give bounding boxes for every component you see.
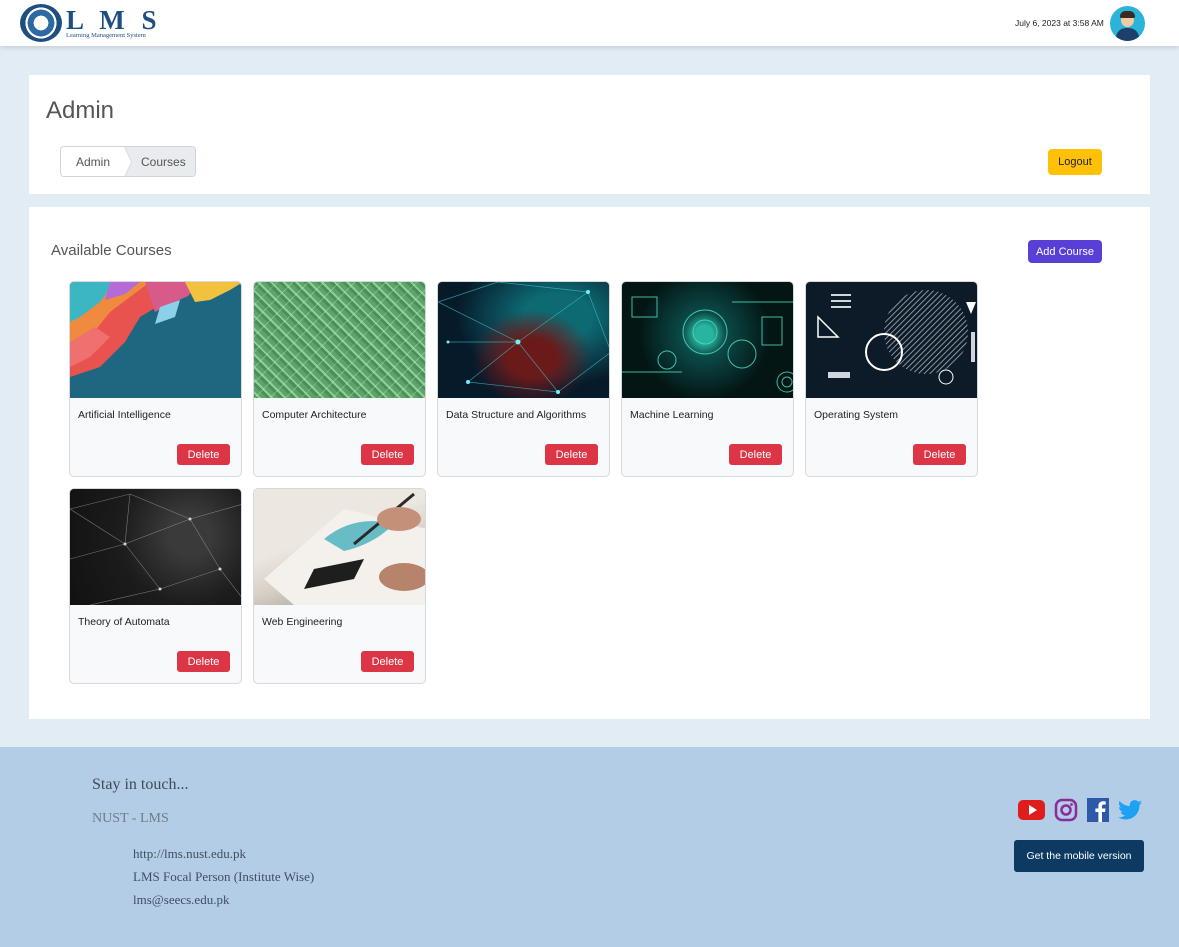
delete-course-button[interactable]: Delete xyxy=(361,651,414,672)
instagram-icon[interactable] xyxy=(1054,798,1078,827)
youtube-icon[interactable] xyxy=(1018,800,1045,825)
facebook-icon[interactable] xyxy=(1087,798,1109,827)
page-title: Admin xyxy=(46,97,115,124)
course-image-circuit xyxy=(254,282,425,398)
admin-header-panel: Admin Admin Courses Logout xyxy=(29,75,1150,194)
course-title[interactable]: Machine Learning xyxy=(630,409,713,421)
breadcrumb-admin[interactable]: Admin xyxy=(61,147,133,176)
course-title[interactable]: Computer Architecture xyxy=(262,409,366,421)
course-title[interactable]: Data Structure and Algorithms xyxy=(446,409,586,421)
course-image-ai xyxy=(70,282,241,398)
lms-logo[interactable]: L M S Learning Management System xyxy=(20,4,162,42)
delete-course-button[interactable]: Delete xyxy=(177,444,230,465)
logo-title: L M S xyxy=(66,4,162,35)
breadcrumb: Admin Courses xyxy=(60,146,196,177)
breadcrumb-courses: Courses xyxy=(124,147,195,176)
delete-course-button[interactable]: Delete xyxy=(545,444,598,465)
nust-seal-icon xyxy=(20,4,62,42)
delete-course-button[interactable]: Delete xyxy=(361,444,414,465)
course-image-polygon-mesh xyxy=(70,489,241,605)
delete-course-button[interactable]: Delete xyxy=(729,444,782,465)
delete-course-button[interactable]: Delete xyxy=(913,444,966,465)
course-title[interactable]: Web Engineering xyxy=(262,616,342,628)
course-card-artificial-intelligence[interactable]: Artificial Intelligence Delete xyxy=(69,281,242,477)
course-card-computer-architecture[interactable]: Computer Architecture Delete xyxy=(253,281,426,477)
footer-org: NUST - LMS xyxy=(92,811,169,826)
available-courses-heading: Available Courses xyxy=(51,242,172,259)
course-title[interactable]: Artificial Intelligence xyxy=(78,409,171,421)
course-image-painting-hand xyxy=(254,489,425,605)
add-course-button[interactable]: Add Course xyxy=(1028,240,1102,263)
courses-panel: Available Courses Add Course Artificial … xyxy=(29,207,1150,719)
course-image-geometric xyxy=(806,282,977,398)
twitter-icon[interactable] xyxy=(1118,800,1142,825)
course-card-machine-learning[interactable]: Machine Learning Delete xyxy=(621,281,794,477)
delete-course-button[interactable]: Delete xyxy=(177,651,230,672)
footer-link-website[interactable]: http://lms.nust.edu.pk xyxy=(133,846,314,869)
course-card-operating-system[interactable]: Operating System Delete xyxy=(805,281,978,477)
footer-links: http://lms.nust.edu.pk LMS Focal Person … xyxy=(133,846,314,915)
course-title[interactable]: Theory of Automata xyxy=(78,616,170,628)
footer-heading: Stay in touch... xyxy=(92,776,189,793)
mobile-version-button[interactable]: Get the mobile version xyxy=(1014,840,1144,872)
course-card-data-structures[interactable]: Data Structure and Algorithms Delete xyxy=(437,281,610,477)
course-image-network xyxy=(438,282,609,398)
course-card-web-engineering[interactable]: Web Engineering Delete xyxy=(253,488,426,684)
logout-button[interactable]: Logout xyxy=(1048,149,1102,175)
footer-link-email[interactable]: lms@seecs.edu.pk xyxy=(133,892,314,915)
user-avatar[interactable] xyxy=(1110,6,1145,41)
top-navbar: L M S Learning Management System July 6,… xyxy=(0,0,1179,46)
course-title[interactable]: Operating System xyxy=(814,409,898,421)
current-datetime: July 6, 2023 at 3:58 AM xyxy=(1015,18,1104,28)
footer-link-focal-person[interactable]: LMS Focal Person (Institute Wise) xyxy=(133,869,314,892)
footer: Stay in touch... NUST - LMS http://lms.n… xyxy=(0,747,1179,947)
course-image-tech-circles xyxy=(622,282,793,398)
social-links xyxy=(1018,798,1151,827)
course-card-theory-of-automata[interactable]: Theory of Automata Delete xyxy=(69,488,242,684)
